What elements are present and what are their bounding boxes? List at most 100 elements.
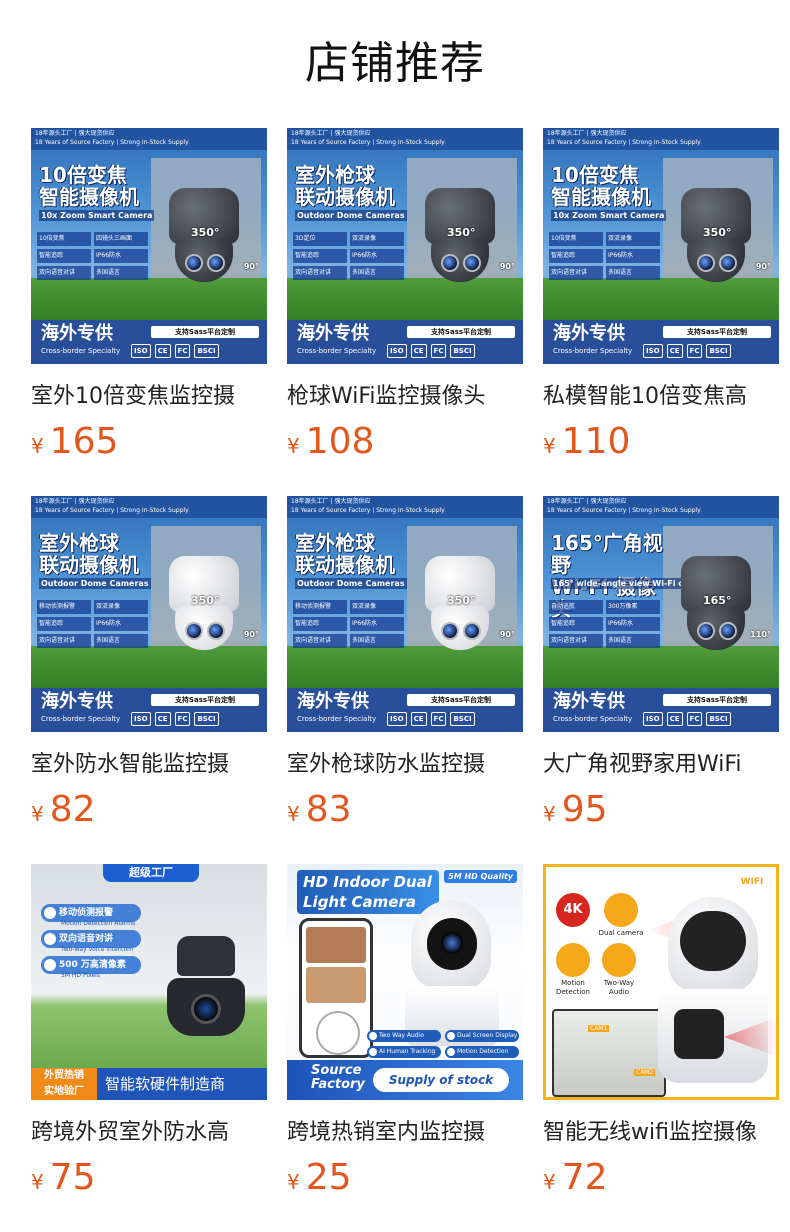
currency-symbol: ¥: [31, 802, 44, 826]
check-icon: [44, 933, 56, 945]
image-top-line: 18年源头工厂 | 强大现货供应: [35, 130, 115, 137]
lens-icon: [719, 254, 737, 272]
image-top-line: 18年源头工厂 | 强大现货供应: [291, 498, 371, 505]
super-factory-badge: 超级工厂: [103, 864, 199, 882]
image-footer: 外贸热销 实地验厂 智能软硬件制造商: [31, 1068, 267, 1100]
product-price: ¥95: [543, 790, 779, 830]
image-top-line-en: 18 Years of Source Factory | Strong In-S…: [547, 139, 701, 146]
currency-symbol: ¥: [543, 1170, 556, 1194]
product-name[interactable]: 大广角视野家用WiFi: [543, 750, 779, 780]
lens-icon: [207, 622, 225, 640]
product-name[interactable]: 室外10倍变焦监控摄: [31, 382, 267, 412]
product-name[interactable]: 室外枪球防水监控摄: [287, 750, 523, 780]
product-name[interactable]: 智能无线wifi监控摄像: [543, 1118, 779, 1148]
brand-label: 海外专供: [41, 323, 113, 344]
image-headline: 室外枪球 联动摄像机: [295, 163, 395, 209]
image-subtitle: Outdoor Dome Cameras: [295, 210, 407, 221]
feature-list: 自动巡航 300万像素 智能追踪 IP66防水 双向语音对讲 多国语言: [549, 600, 660, 648]
export-badge: 外贸热销 实地验厂: [31, 1068, 97, 1100]
security-camera-icon: [157, 916, 253, 1046]
feature-list: 3D定位 双流录像 智能追踪 IP66防水 双向语音对讲 多国语言: [293, 232, 404, 280]
brand-sub-label: Cross-border Specialty: [553, 347, 633, 355]
certification-icon: ISO: [643, 712, 663, 726]
product-name[interactable]: 跨境热销室内监控摄: [287, 1118, 523, 1148]
certification-icon: ISO: [387, 344, 407, 358]
product-image[interactable]: 18年源头工厂 | 强大现货供应 18 Years of Source Facto…: [31, 128, 267, 364]
feature-chip: 双向语音对讲: [37, 634, 91, 648]
product-name[interactable]: 室外防水智能监控摄: [31, 750, 267, 780]
feature-chip: 智能追踪: [293, 617, 347, 631]
feature-icon-label: Motion Detection: [555, 979, 590, 996]
product-image[interactable]: 18年源头工厂 | 强大现货供应 18 Years of Source Facto…: [31, 496, 267, 732]
image-top-line: 18年源头工厂 | 强大现货供应: [291, 130, 371, 137]
image-top-line: 18年源头工厂 | 强大现货供应: [547, 498, 627, 505]
product-card[interactable]: 18年源头工厂 | 强大现货供应 18 Years of Source Facto…: [31, 128, 267, 496]
feature-chip: 多国语言: [606, 634, 660, 648]
image-top-line-en: 18 Years of Source Factory | Strong In-S…: [291, 139, 445, 146]
product-image[interactable]: 18年源头工厂 | 强大现货供应 18 Years of Source Facto…: [543, 128, 779, 364]
lens-icon: [185, 254, 203, 272]
image-top-line: 18年源头工厂 | 强大现货供应: [547, 130, 627, 137]
product-name[interactable]: 枪球WiFi监控摄像头: [287, 382, 523, 412]
price-value: 25: [305, 1157, 352, 1198]
tilt-angle-label: 90°: [243, 630, 259, 639]
feature-chip: 智能追踪: [293, 249, 347, 263]
product-card[interactable]: 18年源头工厂 | 强大现货供应 18 Years of Source Facto…: [31, 496, 267, 864]
product-card[interactable]: 18年源头工厂 | 强大现货供应 18 Years of Source Facto…: [543, 496, 779, 864]
product-price: ¥83: [287, 790, 523, 830]
feature-chip: 双流录像: [94, 600, 148, 614]
product-image[interactable]: 18年源头工厂 | 强大现货供应 18 Years of Source Facto…: [287, 128, 523, 364]
certification-badges: ISO CE FC BSCI: [387, 344, 517, 358]
feature-pill-label: 500 万高清像素: [59, 960, 126, 970]
platform-tag: 支持Sass平台定制: [151, 694, 259, 706]
image-top-line-en: 18 Years of Source Factory | Strong In-S…: [291, 507, 445, 514]
image-headline: 10倍变焦 智能摄像机: [39, 163, 139, 209]
feature-pill-sub: Two-way voice intercom: [61, 946, 134, 953]
rotation-angle-label: 350°: [447, 226, 476, 239]
tilt-angle-label: 90°: [499, 262, 515, 271]
certification-icon: ISO: [131, 344, 151, 358]
product-card[interactable]: 4K Dual camera Motion Detection Two-Way Aud…: [543, 864, 779, 1232]
certification-icon: BSCI: [706, 712, 731, 726]
brand-sub-label: Cross-border Specialty: [297, 347, 377, 355]
certification-badges: ISO CE FC BSCI: [643, 344, 773, 358]
platform-tag: 支持Sass平台定制: [151, 326, 259, 338]
product-price: ¥72: [543, 1158, 779, 1198]
cam2-label: CAM2: [634, 1069, 656, 1076]
image-bottom-banner: 海外专供 Cross-border Specialty 支持Sass平台定制 ISO C…: [287, 688, 523, 732]
product-card[interactable]: 18年源头工厂 | 强大现货供应 18 Years of Source Facto…: [287, 128, 523, 496]
feature-chip: 10倍变焦: [37, 232, 91, 246]
product-card[interactable]: 超级工厂 移动侦测报警 Motion Detection Alarms 双向语音对讲 T…: [31, 864, 267, 1232]
currency-symbol: ¥: [31, 1170, 44, 1194]
check-icon: [44, 959, 56, 971]
product-card[interactable]: 18年源头工厂 | 强大现货供应 18 Years of Source Facto…: [543, 128, 779, 496]
product-card[interactable]: 18年源头工厂 | 强大现货供应 18 Years of Source Facto…: [287, 496, 523, 864]
product-image[interactable]: 4K Dual camera Motion Detection Two-Way Aud…: [543, 864, 779, 1100]
product-card[interactable]: HD Indoor Dual Light Camera 5M HD Quality…: [287, 864, 523, 1232]
product-price: ¥25: [287, 1158, 523, 1198]
product-price: ¥165: [31, 422, 267, 462]
camera-face: [680, 911, 746, 971]
image-headline: 室外枪球 联动摄像机: [39, 531, 139, 577]
image-headline: 10倍变焦 智能摄像机: [551, 163, 651, 209]
feature-chip: 10倍变焦: [549, 232, 603, 246]
currency-symbol: ¥: [543, 802, 556, 826]
product-image[interactable]: HD Indoor Dual Light Camera 5M HD Quality…: [287, 864, 523, 1100]
product-image[interactable]: 18年源头工厂 | 强大现货供应 18 Years of Source Facto…: [287, 496, 523, 732]
certification-badges: ISO CE FC BSCI: [131, 712, 261, 726]
feature-chip: IP66防水: [606, 249, 660, 263]
product-name[interactable]: 跨境外贸室外防水高: [31, 1118, 267, 1148]
certification-icon: CE: [410, 712, 427, 726]
lens-icon: [191, 994, 221, 1024]
feature-chip: 多国语言: [350, 266, 404, 280]
rotation-angle-label: 350°: [447, 594, 476, 607]
lens-icon: [719, 622, 737, 640]
price-value: 82: [49, 789, 96, 830]
certification-icon: ISO: [643, 344, 663, 358]
product-name[interactable]: 私模智能10倍变焦高: [543, 382, 779, 412]
product-image[interactable]: 超级工厂 移动侦测报警 Motion Detection Alarms 双向语音对讲 T…: [31, 864, 267, 1100]
feature-chip: 双向语音对讲: [549, 634, 603, 648]
image-bottom-banner: 海外专供 Cross-border Specialty 支持Sass平台定制 ISO C…: [31, 688, 267, 732]
lens-icon: [697, 254, 715, 272]
product-image[interactable]: 18年源头工厂 | 强大现货供应 18 Years of Source Facto…: [543, 496, 779, 732]
